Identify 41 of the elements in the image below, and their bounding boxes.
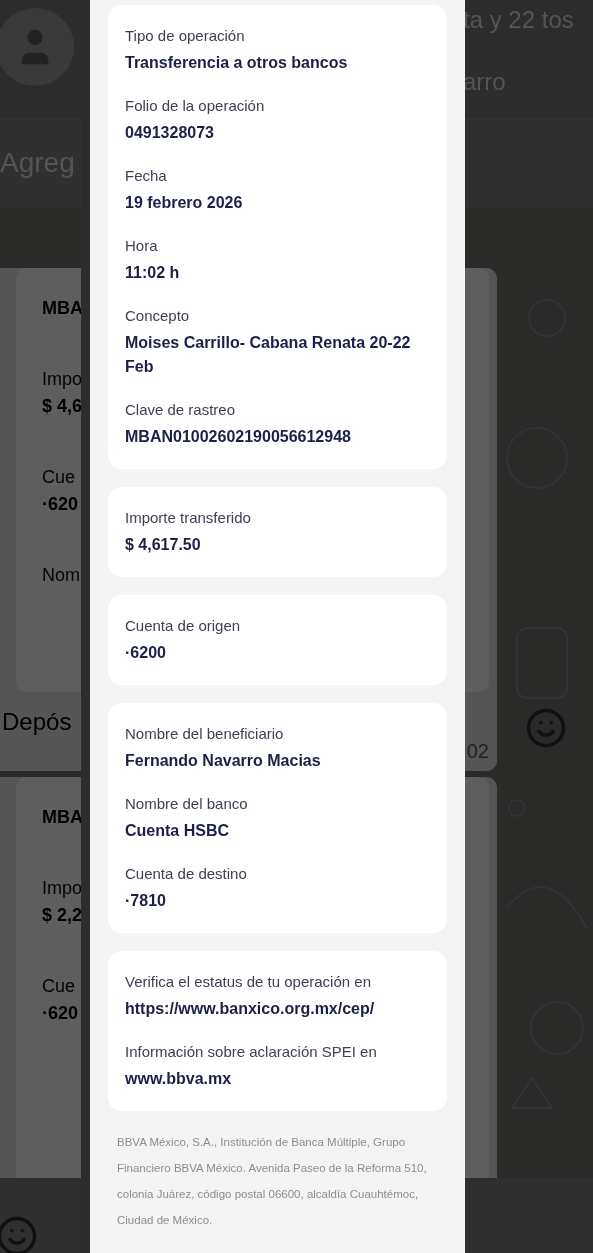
field-label: Cue xyxy=(42,976,76,997)
field-value: www.bbva.mx xyxy=(125,1069,233,1089)
field-label: Cuenta de origen xyxy=(125,616,242,636)
field-value: https://www.banxico.org.mx/cep/ xyxy=(125,999,376,1019)
field-label: Fecha xyxy=(125,166,168,186)
field-value: $ 4,617.50 xyxy=(125,535,202,555)
legal-text: BBVA México, S.A., Institución de Banca Múltiple, Grupo Financiero BBVA México. Avenida Paseo de la Reforma 510, colonia Juárez, código postal 06600, alcaldía Cuauhtémoc, Ciudad de México. xyxy=(116,1135,428,1228)
field-value: ·6200 xyxy=(125,643,167,663)
field-label: Concepto xyxy=(125,306,191,326)
field-label: Cue xyxy=(42,467,76,488)
field-label: Importe transferido xyxy=(125,508,252,528)
field-label: Tipo de operación xyxy=(125,26,246,46)
field-label: Hora xyxy=(125,236,159,256)
field-value: 19 febrero 2026 xyxy=(125,193,244,213)
field-value: MBA xyxy=(42,298,83,319)
field-label: Impo xyxy=(42,369,83,390)
field-label: Cuenta de destino xyxy=(125,864,248,884)
field-value: $ 4,6 xyxy=(42,396,83,417)
emoji-icon[interactable] xyxy=(0,1215,38,1253)
field-label: Impo xyxy=(42,878,83,899)
field-value: 11:02 h xyxy=(125,263,181,283)
field-value: Moises Carrillo- Cabana Renata 20-22 Feb xyxy=(125,333,412,377)
field-label: Información sobre aclaración SPEI en xyxy=(125,1042,378,1062)
field-value: MBAN01002602190056612948 xyxy=(125,427,352,447)
field-value: 0491328073 xyxy=(125,123,215,143)
field-label: Folio de la operación xyxy=(125,96,266,116)
field-value: Fernando Navarro Macias xyxy=(125,751,322,771)
field-value: ·620 xyxy=(42,494,79,515)
field-label: Verifica el estatus de tu operación en xyxy=(125,972,372,992)
field-value: ·620 xyxy=(42,1003,79,1024)
field-label: Nombre del banco xyxy=(125,794,249,814)
field-value: Cuenta HSBC xyxy=(125,821,230,841)
field-value: $ 2,2 xyxy=(42,905,83,926)
field-value: ·7810 xyxy=(125,891,167,911)
field-label: Clave de rastreo xyxy=(125,400,237,420)
field-value: Transferencia a otros bancos xyxy=(125,53,349,73)
field-label: Nom xyxy=(42,565,80,586)
field-value: MBA xyxy=(42,807,83,828)
field-label: Nombre del beneficiario xyxy=(125,724,285,744)
reaction-icon[interactable] xyxy=(525,707,567,749)
message-caption: Depós xyxy=(2,708,72,736)
